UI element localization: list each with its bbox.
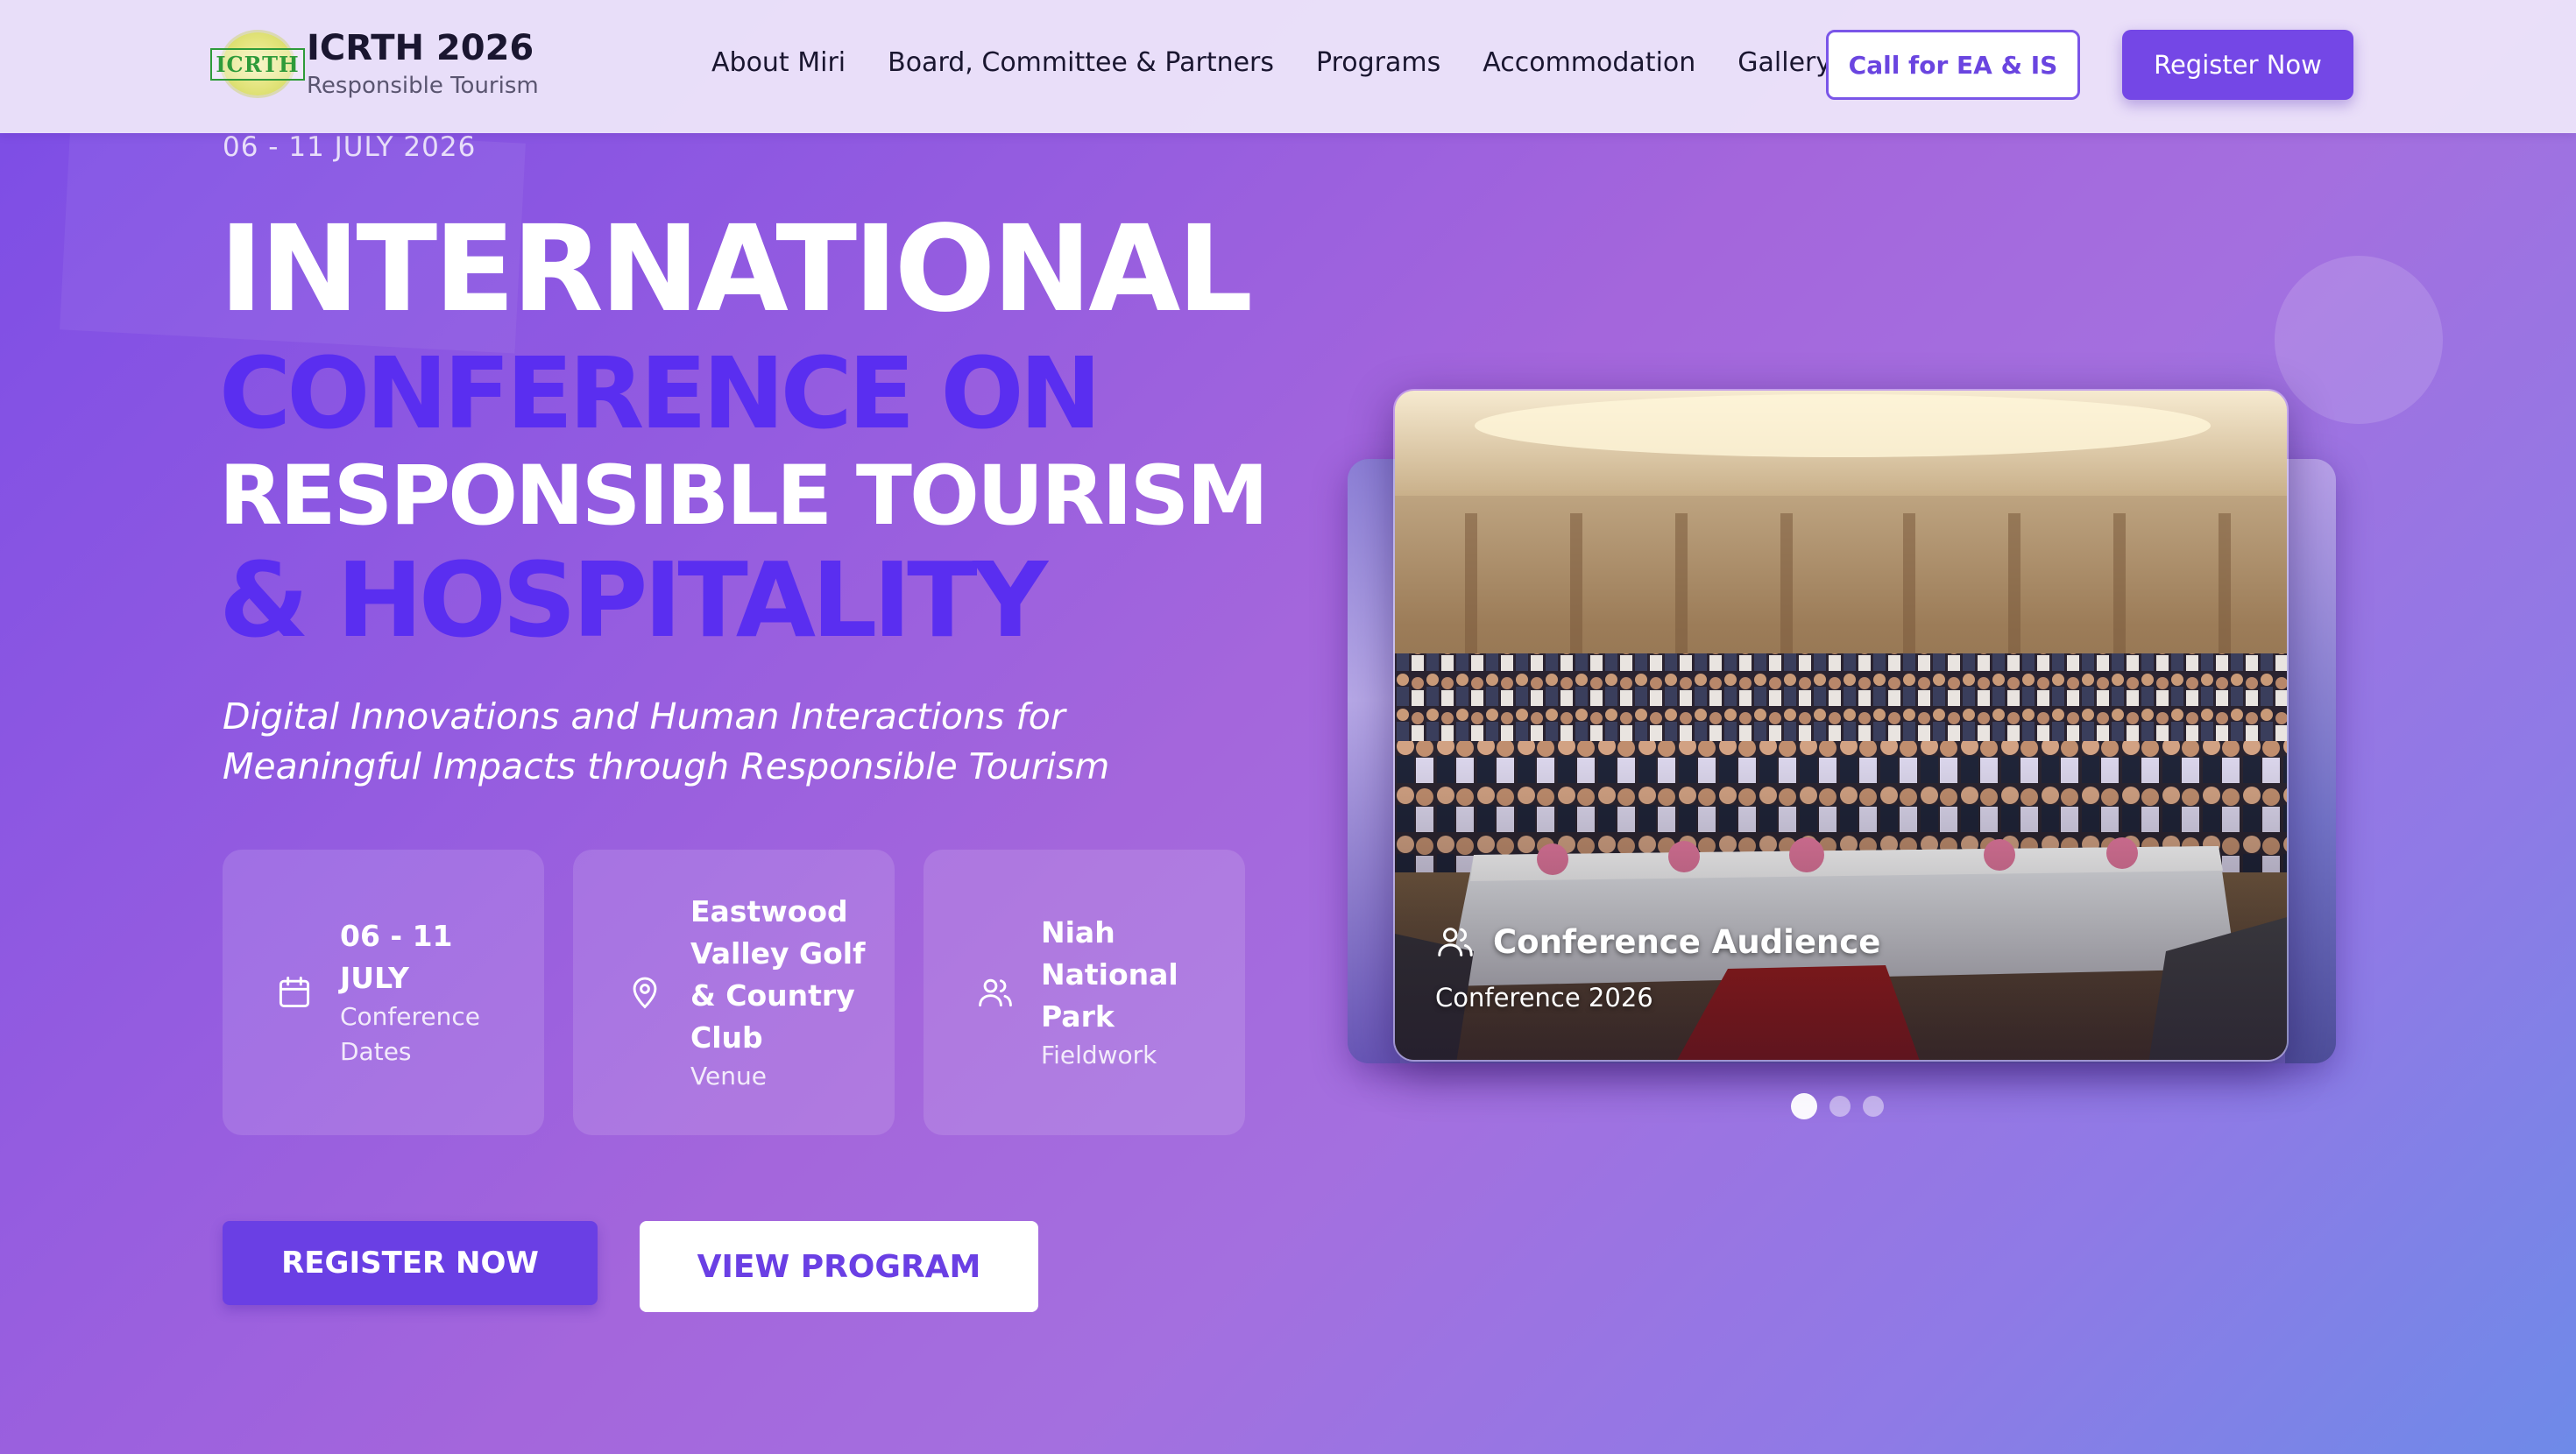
- carousel-dot-2[interactable]: [1829, 1096, 1851, 1117]
- carousel-dots: [1791, 1093, 1896, 1119]
- hero-tagline: Digital Innovations and Human Interactio…: [223, 695, 1110, 787]
- hero-section: 06 - 11 JULY 2026 INTERNATIONAL CONFEREN…: [0, 0, 2576, 1454]
- carousel-active-slide[interactable]: Conference Audience Conference 2026: [1393, 389, 2289, 1062]
- hero-title-line-4: & HOSPITALITY: [219, 540, 1048, 660]
- main-nav: About Miri Board, Committee & Partners P…: [711, 46, 1873, 81]
- nav-item-board-committee-partners[interactable]: Board, Committee & Partners: [888, 46, 1274, 81]
- brand-subtitle: Responsible Tourism: [307, 73, 539, 99]
- info-card-fieldwork: Niah National Park Fieldwork: [924, 850, 1245, 1135]
- site-header: ICRTH ICRTH 2026 Responsible Tourism Abo…: [0, 0, 2576, 133]
- hero-title-line-1: INTERNATIONAL: [219, 201, 1253, 339]
- carousel-next-slide-edge[interactable]: [2285, 459, 2336, 1063]
- carousel-dot-3[interactable]: [1863, 1096, 1884, 1117]
- info-card-sub: Conference Dates: [340, 1002, 481, 1066]
- nav-item-programs[interactable]: Programs: [1316, 46, 1440, 81]
- info-card-sub: Venue: [690, 1062, 767, 1090]
- nav-item-gallery[interactable]: Gallery: [1737, 46, 1831, 81]
- carousel-caption: Conference Audience Conference 2026: [1435, 921, 1880, 1013]
- caption-subtitle: Conference 2026: [1435, 983, 1653, 1013]
- brand[interactable]: ICRTH ICRTH 2026 Responsible Tourism: [210, 28, 539, 100]
- info-card-main: Niah National Park: [1041, 915, 1178, 1034]
- call-for-ea-is-button[interactable]: Call for EA & IS: [1826, 30, 2080, 100]
- brand-title: ICRTH 2026: [307, 28, 534, 68]
- info-card-main: Eastwood Valley Golf & Country Club: [690, 894, 866, 1055]
- view-program-button[interactable]: VIEW PROGRAM: [640, 1221, 1038, 1312]
- info-card-dates: 06 - 11 JULY Conference Dates: [223, 850, 544, 1135]
- calendar-icon: [279, 977, 310, 1008]
- decorative-circle: [2275, 256, 2443, 424]
- register-now-button[interactable]: Register Now: [2122, 30, 2353, 100]
- hero-title-line-2: CONFERENCE ON: [219, 337, 1101, 451]
- location-pin-icon: [633, 977, 657, 1009]
- hero-date: 06 - 11 JULY 2026: [223, 131, 477, 163]
- logo-text: ICRTH: [210, 47, 305, 81]
- users-icon: [1438, 928, 1473, 956]
- carousel-prev-slide-edge[interactable]: [1348, 459, 1400, 1063]
- info-card-sub: Fieldwork: [1041, 1041, 1157, 1069]
- info-card-venue: Eastwood Valley Golf & Country Club Venu…: [573, 850, 895, 1135]
- info-card-main: 06 - 11 JULY: [340, 919, 453, 995]
- icrth-logo: ICRTH: [210, 32, 305, 95]
- nav-item-about-miri[interactable]: About Miri: [711, 46, 846, 81]
- carousel-dot-1[interactable]: [1791, 1093, 1817, 1119]
- hero-title-line-3: RESPONSIBLE TOURISM: [219, 448, 1269, 544]
- users-icon: [979, 978, 1012, 1007]
- nav-item-accommodation[interactable]: Accommodation: [1483, 46, 1695, 81]
- caption-title: Conference Audience: [1493, 922, 1881, 961]
- register-now-cta-button[interactable]: REGISTER NOW: [223, 1221, 598, 1305]
